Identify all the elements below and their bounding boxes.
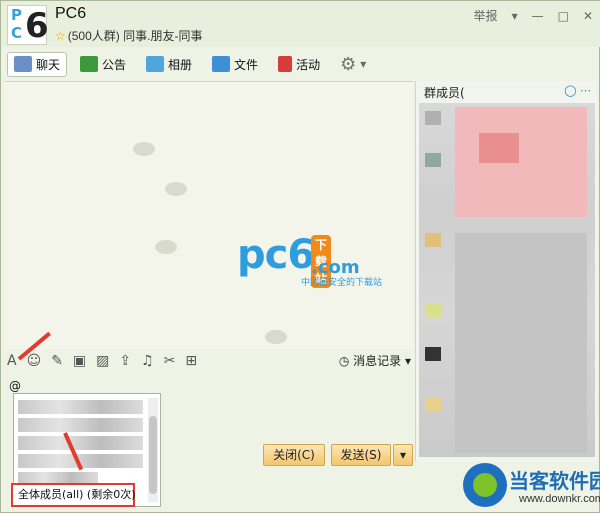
chat-icon [14,56,32,72]
tab-bar: 聊天 公告 相册 文件 活动 ⚙ ▾ [7,49,373,79]
close-icon[interactable]: ✕ [583,9,593,23]
tab-announcement-label: 公告 [102,57,127,72]
group-subtitle: ☆ (500人群) 同事.朋友-同事 [55,27,202,44]
more-icon[interactable]: ⊞ [185,353,197,369]
watermark-url: www.downkr.com [519,493,600,505]
pc6-slogan: 中国最安全的下载站 [301,277,383,287]
window-controls: 举报 ▾ — □ ✕ [474,7,593,24]
tab-album[interactable]: 相册 [139,52,199,77]
tab-chat[interactable]: 聊天 [7,51,68,77]
group-subtitle-text: (500人群) 同事.朋友-同事 [67,29,203,43]
mosaic-tile [425,347,441,361]
send-options-button[interactable]: ▾ [393,444,413,466]
chevron-down-icon: ▾ [360,57,367,71]
member-list-panel: 群成员( ◯ ⋯ [415,81,597,461]
ant-decoration [165,182,187,196]
pc6-logo: pc6 下载站 .com 中国最安全的下载站 [237,232,382,288]
member-search-icon[interactable]: ◯ ⋯ [564,84,591,97]
mosaic-tile [455,107,587,217]
group-name[interactable]: PC6 [55,5,86,23]
mention-item[interactable] [18,418,143,432]
tab-files-label: 文件 [234,57,259,72]
site-watermark: 当客软件园 www.downkr.com [457,461,600,514]
font-icon[interactable]: A [7,353,17,369]
mosaic-tile [425,111,441,125]
ant-decoration [155,240,177,254]
report-button[interactable]: 举报 [474,7,498,24]
mention-item[interactable] [18,400,143,414]
magic-wand-icon[interactable]: ✎ [51,353,63,369]
image-icon[interactable]: ▨ [96,353,109,369]
mosaic-tile [455,233,587,453]
tab-files[interactable]: 文件 [205,52,265,77]
maximize-icon[interactable]: □ [558,9,569,23]
message-input[interactable]: @ [9,379,21,393]
group-avatar[interactable]: PC 6 [7,5,49,46]
qq-group-window: PC 6 PC6 ☆ (500人群) 同事.朋友-同事 举报 ▾ — □ ✕ 聊天… [0,0,600,513]
settings-menu[interactable]: ⚙ ▾ [333,50,373,79]
scroll-thumb[interactable] [149,416,157,494]
tab-chat-label: 聊天 [36,57,61,72]
megaphone-icon [80,56,99,72]
member-list-pixelated [419,103,595,457]
mosaic-tile [425,233,441,247]
ant-decoration [133,142,155,156]
watermark-logo-inner [473,473,497,497]
star-icon: ☆ [55,29,66,43]
chevron-down-icon: ▾ [404,354,411,368]
mention-item[interactable] [18,436,143,450]
close-button[interactable]: 关闭(C) [263,444,325,466]
music-icon[interactable]: ♫ [141,353,154,369]
emoji-icon[interactable]: ☺ [27,353,42,369]
all-members-item[interactable]: 全体成员(all) (剩余0次) [11,483,136,507]
clock-icon: ◷ [338,354,350,368]
mosaic-tile [425,397,441,411]
pc6-logo-text: pc6 [237,232,315,278]
gift-icon[interactable]: ▣ [73,353,86,369]
popup-scrollbar[interactable] [148,398,158,502]
tab-activity-label: 活动 [296,57,321,72]
message-history-label: 消息记录 [353,354,402,368]
message-history-button[interactable]: ◷ 消息记录 ▾ [339,352,411,369]
gear-icon: ⚙ [340,53,357,75]
avatar-pc-text: PC [11,6,23,42]
avatar-six-text: 6 [25,6,49,46]
screenshot-icon[interactable]: ✂ [164,353,176,369]
watermark-title: 当客软件园 [509,469,600,493]
watermark-logo-icon [463,463,507,507]
chat-message-area[interactable] [5,81,413,349]
tab-album-label: 相册 [168,57,193,72]
photo-icon [146,56,165,72]
tab-announcement[interactable]: 公告 [73,52,133,77]
ant-decoration [265,330,287,344]
title-bar: PC 6 PC6 ☆ (500人群) 同事.朋友-同事 举报 ▾ — □ ✕ [1,1,600,47]
minimize-icon[interactable]: — [532,9,544,23]
send-button[interactable]: 发送(S) [331,444,391,466]
tab-activity[interactable]: 活动 [271,52,327,77]
flag-icon [278,56,293,72]
folder-icon [212,56,231,72]
mosaic-tile [425,153,441,167]
dropdown-icon[interactable]: ▾ [512,9,518,23]
mosaic-tile [479,133,519,163]
upload-icon[interactable]: ⇪ [119,353,131,369]
mosaic-tile [425,303,441,317]
